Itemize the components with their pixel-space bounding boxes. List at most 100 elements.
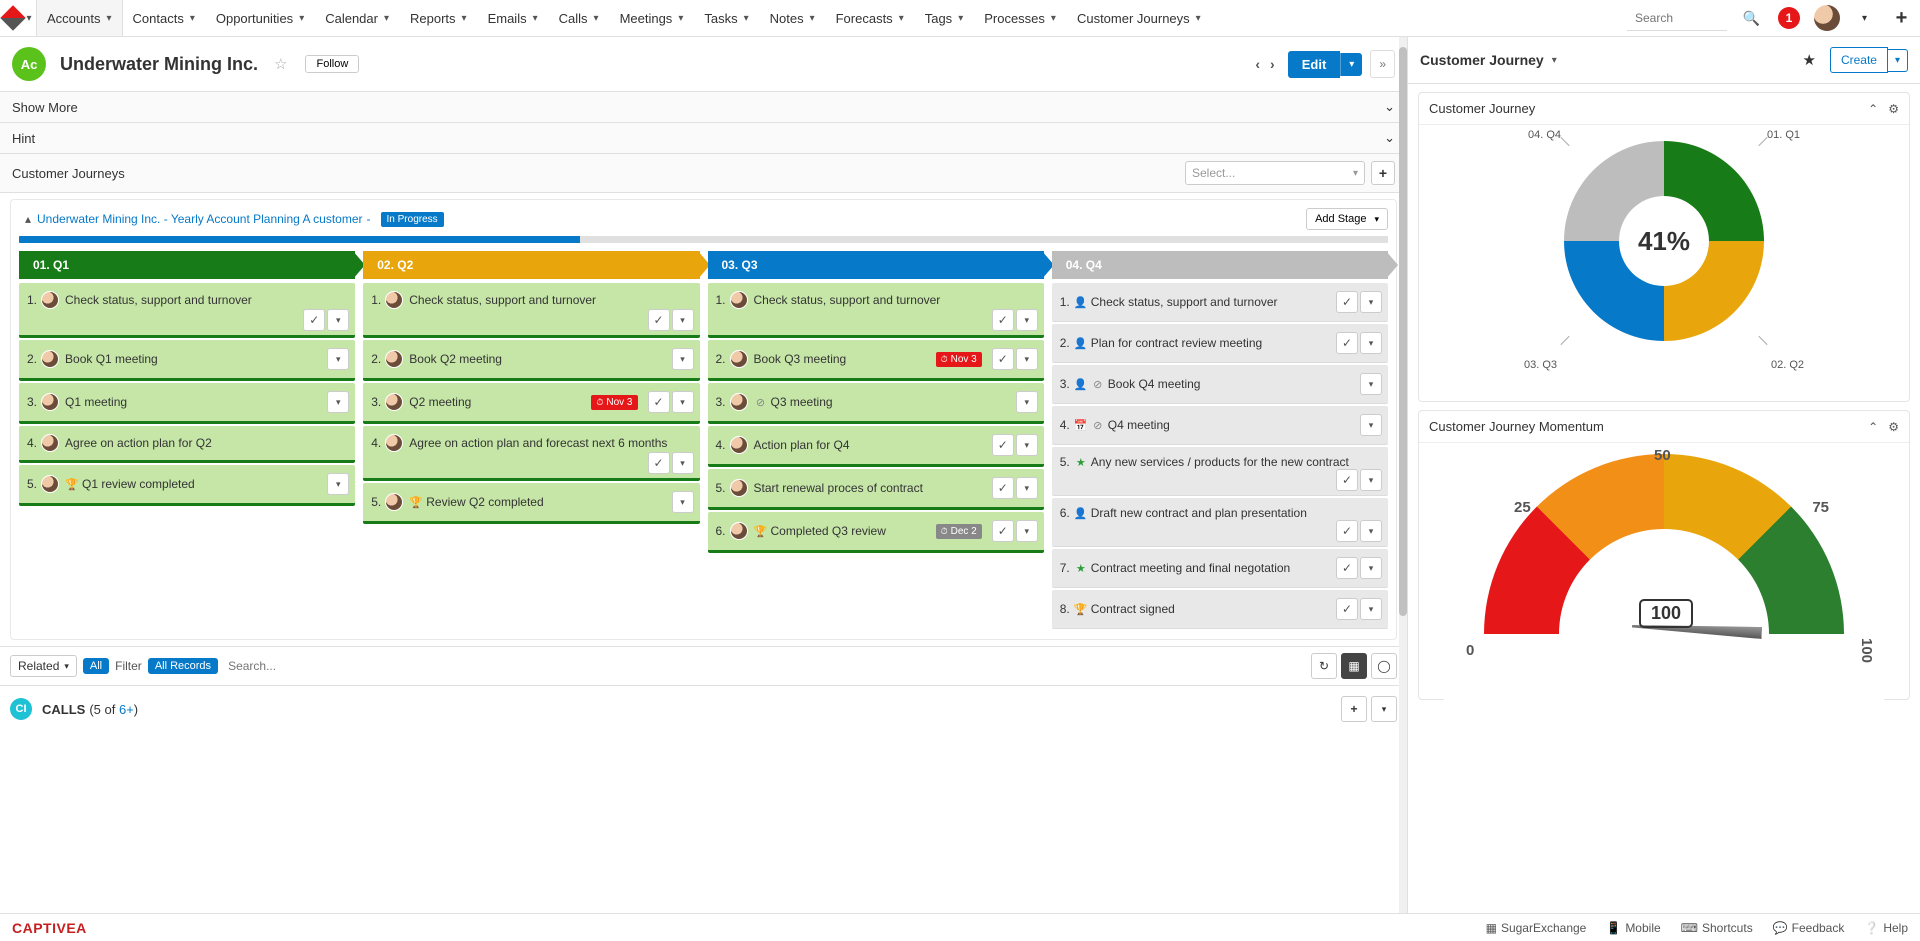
footer-shortcuts[interactable]: ⌨Shortcuts [1681,921,1753,935]
complete-task-button[interactable]: ✓ [992,309,1014,331]
chevron-down-icon[interactable]: ▾ [1846,0,1883,36]
nav-item-forecasts[interactable]: Forecasts▾ [826,0,915,36]
nav-item-reports[interactable]: Reports▾ [400,0,478,36]
task-card[interactable]: 4.📅⊘Q4 meeting▾ [1052,406,1388,445]
list-view-button[interactable]: ◯ [1371,653,1397,679]
complete-task-button[interactable]: ✓ [1336,520,1358,542]
refresh-button[interactable]: ↻ [1311,653,1337,679]
stage-header[interactable]: 01. Q1 [19,251,355,279]
calls-subpanel[interactable]: CI CALLS (5 of 6+) + ▾ [0,685,1407,732]
task-card[interactable]: 6.👤Draft new contract and plan presentat… [1052,498,1388,547]
task-menu-button[interactable]: ▾ [1016,434,1038,456]
task-card[interactable]: 2.Book Q2 meeting▾ [363,340,699,381]
complete-task-button[interactable]: ✓ [648,452,670,474]
filter-all-chip[interactable]: All [83,658,109,674]
task-menu-button[interactable]: ▾ [1360,291,1382,313]
complete-task-button[interactable]: ✓ [303,309,325,331]
task-card[interactable]: 1.👤Check status, support and turnover✓▾ [1052,283,1388,322]
task-card[interactable]: 5.★Any new services / products for the n… [1052,447,1388,496]
stage-header[interactable]: 03. Q3 [708,251,1044,279]
nav-item-customer-journeys[interactable]: Customer Journeys▾ [1067,0,1212,36]
gear-icon[interactable]: ⚙ [1888,102,1899,116]
scrollbar-thumb[interactable] [1399,47,1407,616]
nav-item-tasks[interactable]: Tasks▾ [694,0,759,36]
footer-feedback[interactable]: 💬Feedback [1773,921,1845,935]
task-menu-button[interactable]: ▾ [327,391,349,413]
task-menu-button[interactable]: ▾ [1360,557,1382,579]
task-card[interactable]: 1.Check status, support and turnover✓▾ [363,283,699,338]
user-avatar[interactable] [1814,5,1840,31]
task-menu-button[interactable]: ▾ [327,473,349,495]
right-panel-dropdown[interactable]: ▾ [1552,55,1557,66]
task-menu-button[interactable]: ▾ [1016,520,1038,542]
task-menu-button[interactable]: ▾ [672,309,694,331]
task-card[interactable]: 2.Book Q3 meetingNov 3✓▾ [708,340,1044,381]
task-menu-button[interactable]: ▾ [1360,598,1382,620]
nav-item-calls[interactable]: Calls▾ [549,0,610,36]
task-card[interactable]: 2.👤Plan for contract review meeting✓▾ [1052,324,1388,363]
nav-item-emails[interactable]: Emails▾ [478,0,549,36]
scrollbar-track[interactable] [1399,37,1407,913]
task-menu-button[interactable]: ▾ [1016,348,1038,370]
task-menu-button[interactable]: ▾ [327,309,349,331]
task-menu-button[interactable]: ▾ [1360,469,1382,491]
task-menu-button[interactable]: ▾ [1016,391,1038,413]
complete-task-button[interactable]: ✓ [1336,469,1358,491]
task-card[interactable]: 3.⊘Q3 meeting▾ [708,383,1044,424]
complete-task-button[interactable]: ✓ [992,520,1014,542]
stage-header[interactable]: 04. Q4 [1052,251,1388,279]
task-card[interactable]: 5.🏆Review Q2 completed▾ [363,483,699,524]
task-menu-button[interactable]: ▾ [672,452,694,474]
edit-dropdown[interactable]: ▾ [1340,53,1362,76]
task-menu-button[interactable]: ▾ [1360,414,1382,436]
cj-template-select[interactable]: Select... ▾ [1185,161,1365,185]
complete-task-button[interactable]: ✓ [992,348,1014,370]
footer-help[interactable]: ❔Help [1864,921,1908,935]
footer-sugarexchange[interactable]: ▦SugarExchange [1486,921,1587,935]
follow-button[interactable]: Follow [305,55,359,73]
task-card[interactable]: 3.Q2 meetingNov 3✓▾ [363,383,699,424]
prev-record-button[interactable]: ‹ [1250,52,1265,76]
complete-task-button[interactable]: ✓ [992,477,1014,499]
edit-button[interactable]: Edit [1288,51,1341,78]
favorite-star-icon[interactable]: ★ [1802,51,1815,69]
task-menu-button[interactable]: ▾ [1360,373,1382,395]
stage-header[interactable]: 02. Q2 [363,251,699,279]
task-card[interactable]: 5.🏆Q1 review completed▾ [19,465,355,506]
collapse-icon[interactable]: ⌃ [1868,102,1878,116]
nav-item-meetings[interactable]: Meetings▾ [610,0,695,36]
collapse-journey-toggle[interactable]: ▴ [19,212,37,226]
task-card[interactable]: 4.Agree on action plan for Q2 [19,426,355,463]
task-card[interactable]: 4.Agree on action plan and forecast next… [363,426,699,481]
filter-all-records-chip[interactable]: All Records [148,658,218,674]
quick-create-button[interactable]: + [1883,0,1920,36]
task-menu-button[interactable]: ▾ [327,348,349,370]
task-menu-button[interactable]: ▾ [1360,520,1382,542]
hint-section[interactable]: Hint ⌄ [0,123,1407,154]
footer-mobile[interactable]: 📱Mobile [1606,921,1660,935]
task-card[interactable]: 7.★Contract meeting and final negotation… [1052,549,1388,588]
create-dropdown[interactable]: ▾ [1888,49,1908,72]
task-menu-button[interactable]: ▾ [672,491,694,513]
nav-item-processes[interactable]: Processes▾ [974,0,1067,36]
nav-item-calendar[interactable]: Calendar▾ [315,0,400,36]
complete-task-button[interactable]: ✓ [1336,557,1358,579]
nav-item-contacts[interactable]: Contacts▾ [123,0,206,36]
complete-task-button[interactable]: ✓ [1336,332,1358,354]
collapse-icon[interactable]: ⌃ [1868,420,1878,434]
filter-label[interactable]: Filter [115,659,142,673]
complete-task-button[interactable]: ✓ [648,309,670,331]
nav-item-notes[interactable]: Notes▾ [760,0,826,36]
task-card[interactable]: 3.👤⊘Book Q4 meeting▾ [1052,365,1388,404]
favorite-star-icon[interactable]: ☆ [274,55,287,73]
show-more-section[interactable]: Show More ⌄ [0,92,1407,123]
calls-add-button[interactable]: + [1341,696,1367,722]
task-card[interactable]: 2.Book Q1 meeting▾ [19,340,355,381]
task-menu-button[interactable]: ▾ [672,391,694,413]
task-card[interactable]: 1.Check status, support and turnover✓▾ [19,283,355,338]
related-dropdown[interactable]: Related ▾ [10,655,77,677]
add-stage-button[interactable]: Add Stage ▾ [1306,208,1388,230]
journey-link[interactable]: Underwater Mining Inc. - Yearly Account … [37,212,363,226]
task-card[interactable]: 1.Check status, support and turnover✓▾ [708,283,1044,338]
complete-task-button[interactable]: ✓ [992,434,1014,456]
